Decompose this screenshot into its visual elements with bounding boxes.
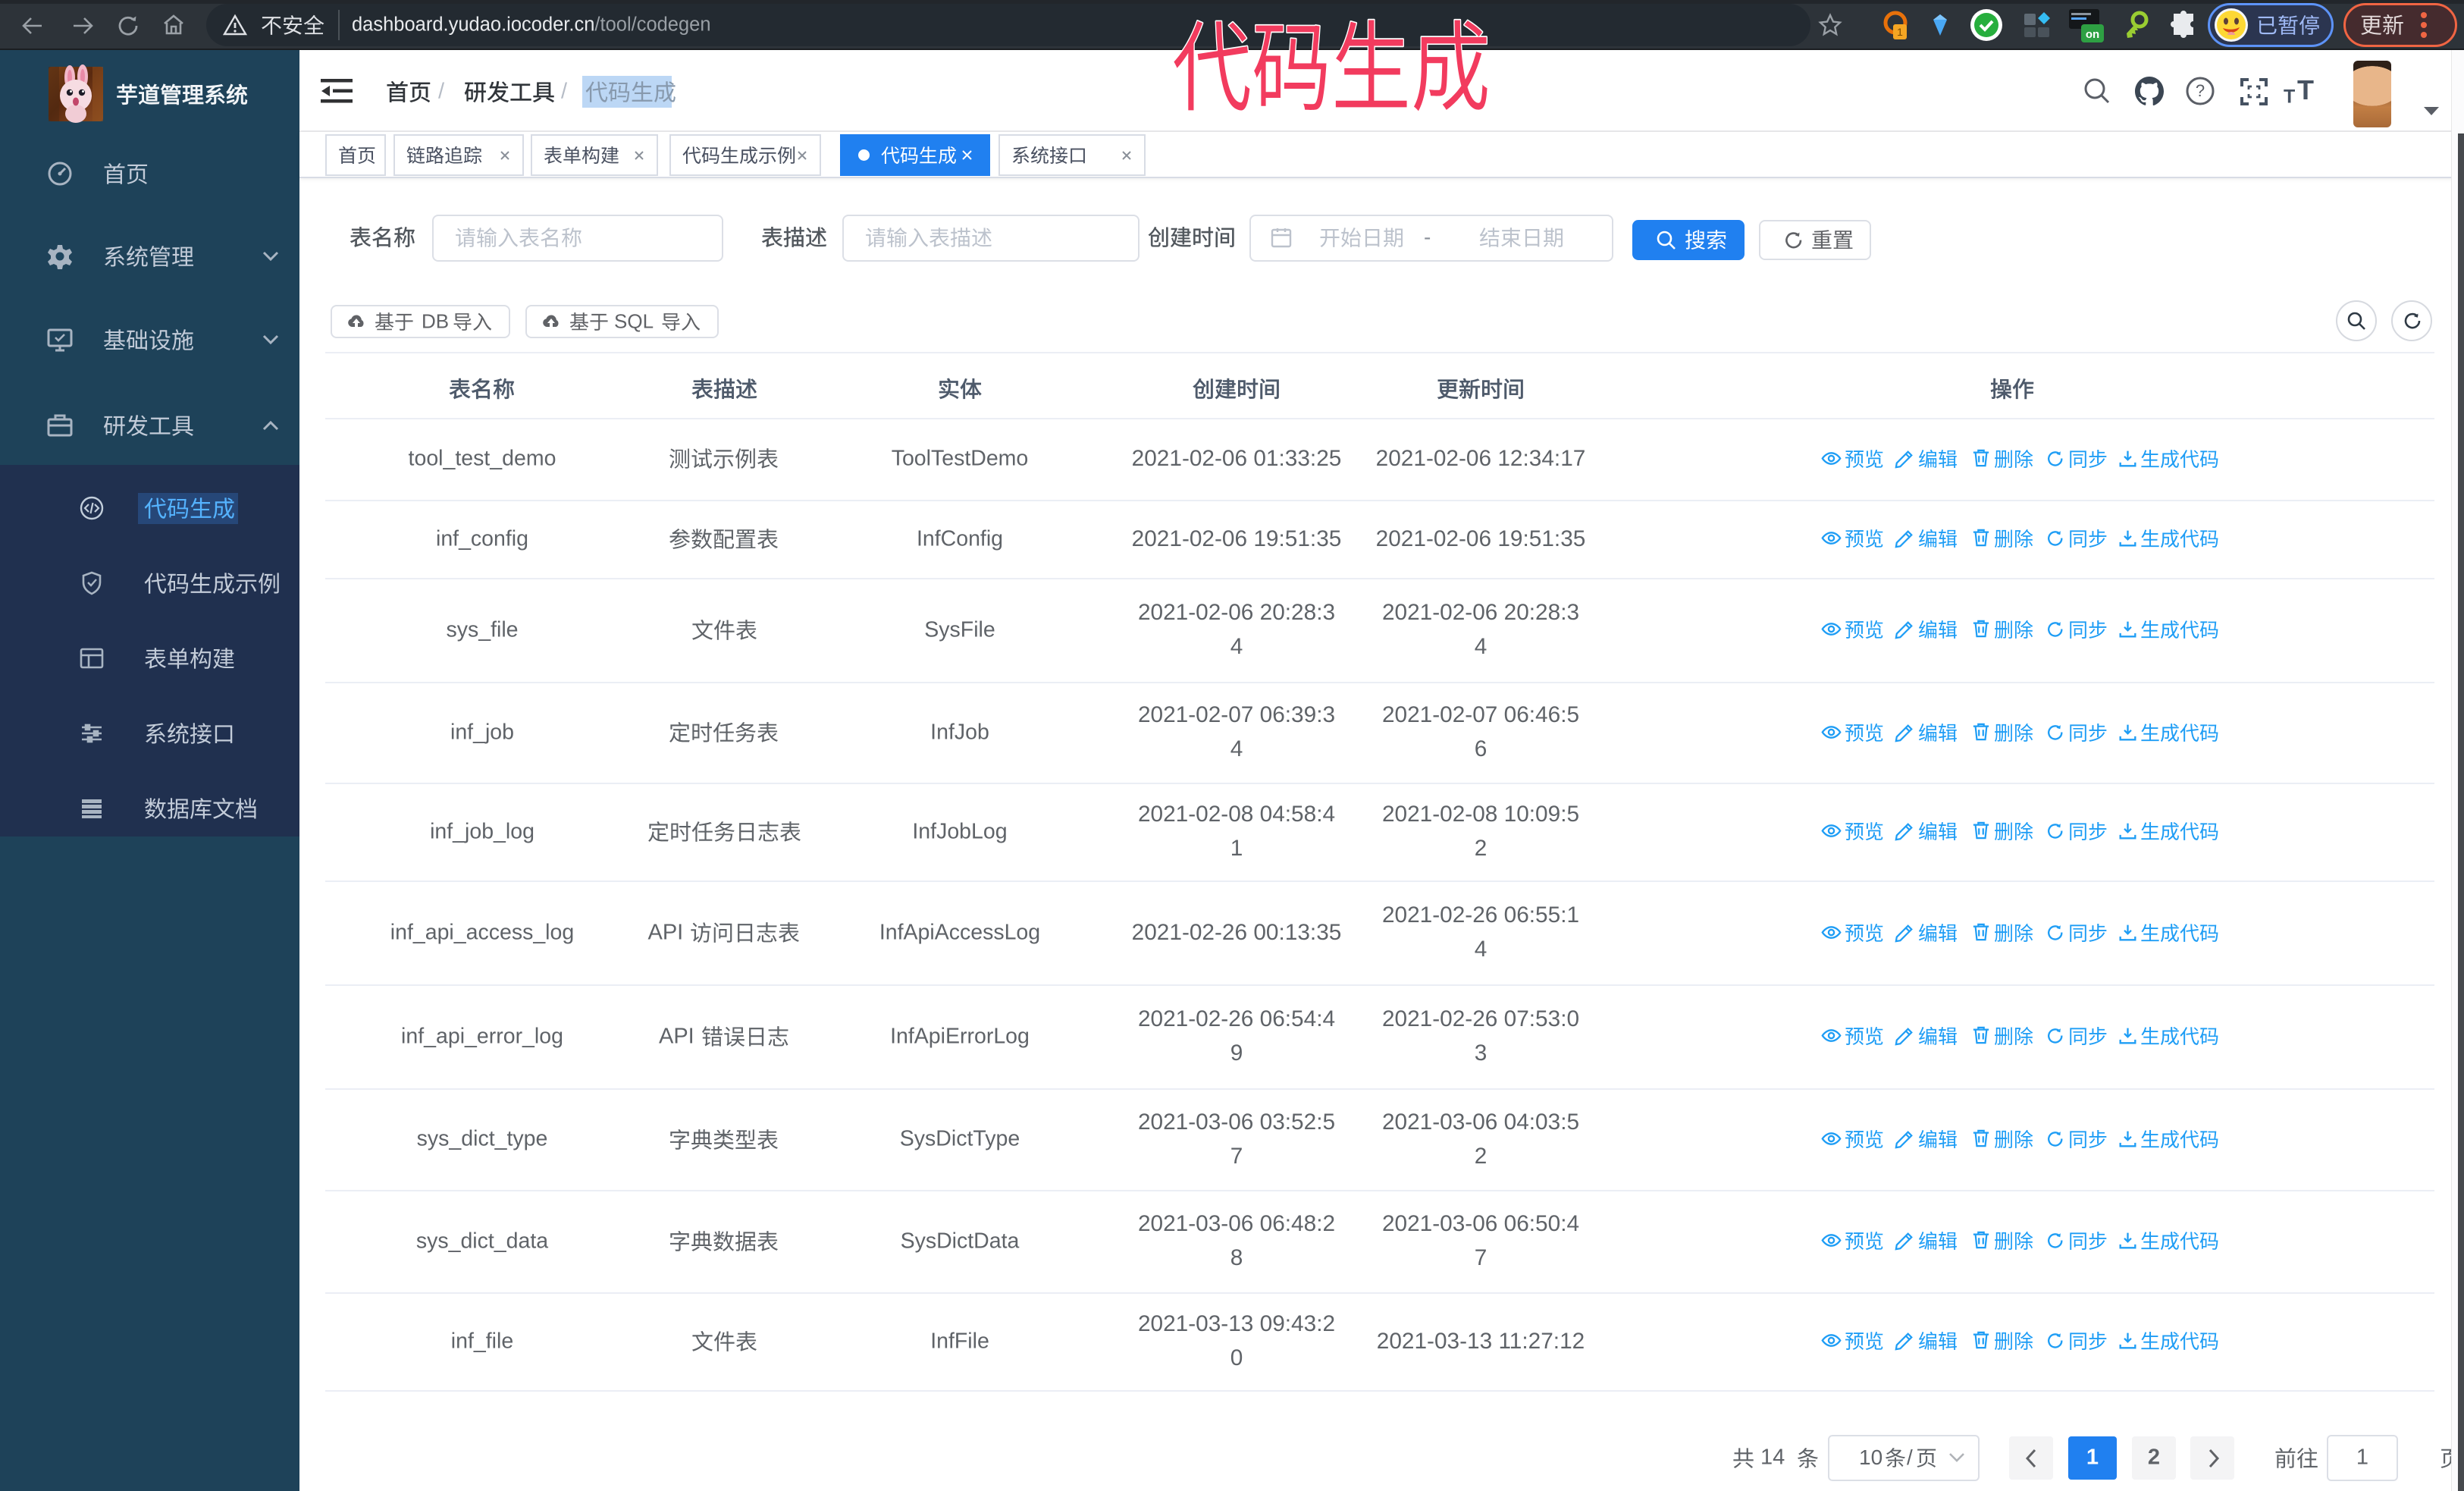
svg-text:?: ? — [2196, 81, 2205, 100]
svg-text:1: 1 — [1897, 26, 1903, 38]
svg-text:on: on — [2086, 28, 2099, 41]
